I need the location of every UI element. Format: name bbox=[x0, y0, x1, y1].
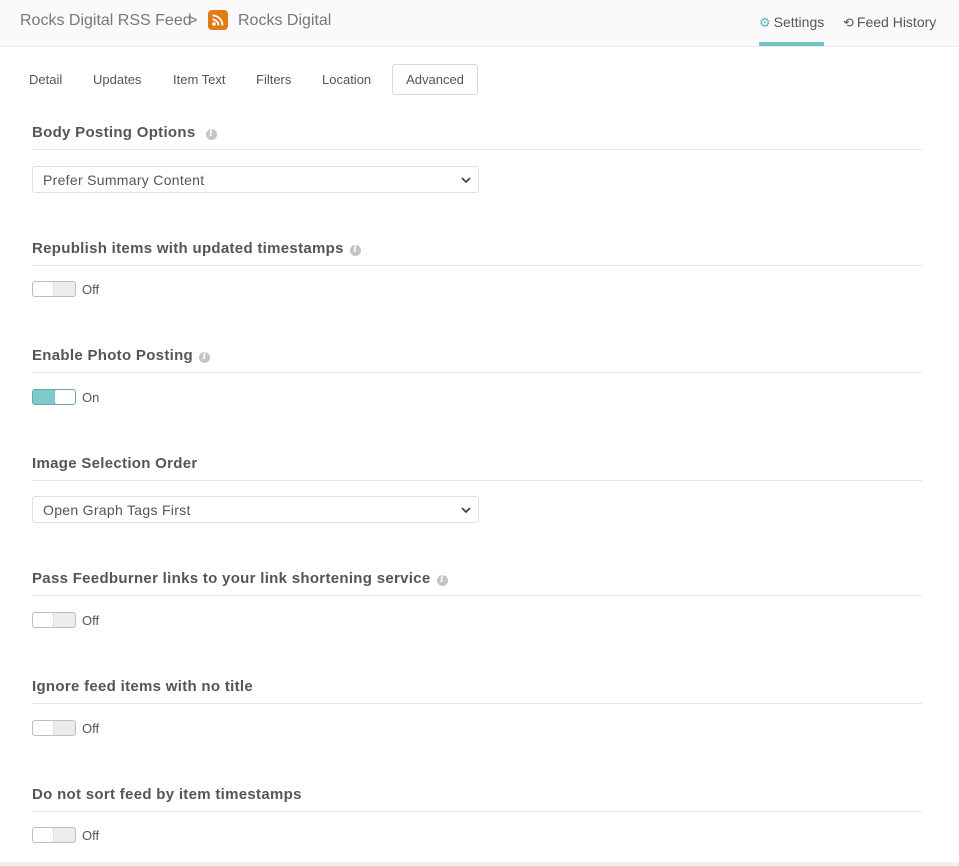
nav-settings[interactable]: ⚙ Settings bbox=[759, 14, 824, 31]
tab-filters[interactable]: Filters bbox=[247, 64, 300, 95]
toggle-state-label: Off bbox=[82, 282, 100, 297]
nav-active-indicator bbox=[759, 42, 824, 46]
top-bar: Rocks Digital RSS Feed > Rocks Digital ⚙… bbox=[0, 0, 959, 47]
history-icon: ⟲ bbox=[843, 15, 854, 30]
section-title-feedburner: Pass Feedburner links to your link short… bbox=[32, 570, 448, 587]
section-title-text: Pass Feedburner links to your link short… bbox=[32, 570, 431, 587]
chevron-down-icon bbox=[460, 173, 472, 191]
select-value: Open Graph Tags First bbox=[43, 502, 191, 518]
toggle-state-label: Off bbox=[82, 721, 100, 736]
photo-posting-toggle[interactable] bbox=[32, 389, 76, 405]
section-title-text: Body Posting Options bbox=[32, 124, 196, 141]
image-order-select[interactable]: Open Graph Tags First bbox=[32, 496, 479, 523]
tab-location[interactable]: Location bbox=[313, 64, 380, 95]
breadcrumb-current: Rocks Digital bbox=[238, 12, 332, 29]
no-sort-toggle[interactable] bbox=[32, 827, 76, 843]
info-icon[interactable]: i bbox=[349, 245, 361, 256]
tab-detail[interactable]: Detail bbox=[20, 64, 71, 95]
info-icon[interactable]: i bbox=[205, 129, 217, 140]
divider bbox=[32, 595, 922, 596]
gear-icon: ⚙ bbox=[759, 15, 771, 30]
divider bbox=[32, 265, 922, 266]
section-title-photo-posting: Enable Photo Posting i bbox=[32, 347, 211, 364]
ignore-untitled-toggle[interactable] bbox=[32, 720, 76, 736]
divider bbox=[32, 480, 922, 481]
nav-settings-label: Settings bbox=[773, 14, 825, 30]
toggle-state-label: On bbox=[82, 390, 100, 405]
section-title-text: Enable Photo Posting bbox=[32, 347, 194, 364]
section-title-body-posting: Body Posting Options i bbox=[32, 124, 217, 141]
toggle-knob bbox=[33, 721, 53, 735]
body-posting-select[interactable]: Prefer Summary Content bbox=[32, 166, 479, 193]
chevron-down-icon bbox=[460, 503, 472, 521]
feedburner-toggle[interactable] bbox=[32, 612, 76, 628]
toggle-state-label: Off bbox=[82, 828, 100, 843]
nav-feed-history[interactable]: ⟲ Feed History bbox=[843, 14, 936, 31]
bottom-edge bbox=[0, 862, 959, 866]
section-title-text: Image Selection Order bbox=[32, 455, 198, 472]
tab-updates[interactable]: Updates bbox=[84, 64, 150, 95]
toggle-knob bbox=[33, 613, 53, 627]
divider bbox=[32, 372, 922, 373]
tab-advanced[interactable]: Advanced bbox=[392, 64, 478, 95]
section-title-republish: Republish items with updated timestamps i bbox=[32, 240, 361, 257]
tab-item-text[interactable]: Item Text bbox=[164, 64, 235, 95]
section-title-text: Republish items with updated timestamps bbox=[32, 240, 344, 257]
rss-icon bbox=[208, 10, 228, 30]
breadcrumb-separator: > bbox=[188, 12, 198, 29]
toggle-knob bbox=[33, 282, 53, 296]
section-title-ignore-untitled: Ignore feed items with no title bbox=[32, 678, 253, 695]
toggle-state-label: Off bbox=[82, 613, 100, 628]
info-icon[interactable]: i bbox=[199, 352, 211, 363]
section-title-text: Do not sort feed by item timestamps bbox=[32, 786, 302, 803]
republish-toggle[interactable] bbox=[32, 281, 76, 297]
section-title-no-sort: Do not sort feed by item timestamps bbox=[32, 786, 302, 803]
divider bbox=[32, 811, 922, 812]
breadcrumb-root[interactable]: Rocks Digital RSS Feed bbox=[20, 12, 192, 30]
toggle-knob bbox=[33, 828, 53, 842]
info-icon[interactable]: i bbox=[436, 575, 448, 586]
section-title-image-order: Image Selection Order bbox=[32, 455, 198, 472]
section-title-text: Ignore feed items with no title bbox=[32, 678, 253, 695]
divider bbox=[32, 703, 922, 704]
nav-history-label: Feed History bbox=[856, 14, 937, 30]
select-value: Prefer Summary Content bbox=[43, 172, 205, 188]
divider bbox=[32, 149, 922, 150]
toggle-knob bbox=[55, 390, 75, 404]
